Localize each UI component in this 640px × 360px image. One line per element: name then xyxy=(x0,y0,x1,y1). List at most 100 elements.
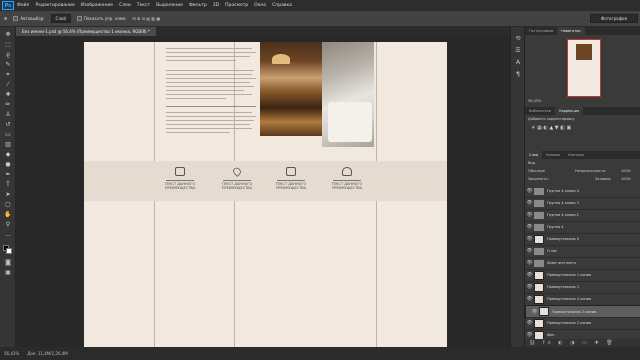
layer-name[interactable]: Группа 4 копия 3 xyxy=(547,201,579,205)
menu-view[interactable]: Просмотр xyxy=(225,3,248,8)
visibility-eye-icon[interactable]: 👁 xyxy=(525,224,534,230)
crop-tool-icon[interactable]: ⌗ xyxy=(3,71,13,79)
path-select-tool-icon[interactable]: ➤ xyxy=(3,191,13,199)
layer-name[interactable]: Прямоугольник 1 xyxy=(547,285,579,289)
folder-icon xyxy=(534,199,544,207)
visibility-eye-icon[interactable]: 👁 xyxy=(525,320,534,326)
brush-tool-icon[interactable]: ✏ xyxy=(3,101,13,109)
autoselect-label: Автовыбор: xyxy=(20,16,45,21)
dodge-tool-icon[interactable]: ● xyxy=(3,161,13,169)
tab-libraries[interactable]: Библиотеки xyxy=(525,107,555,115)
hand-tool-icon[interactable]: ✋ xyxy=(3,211,13,219)
visibility-eye-icon[interactable]: 👁 xyxy=(525,284,534,290)
tab-histogram[interactable]: Гистограмма xyxy=(525,27,557,35)
folder-icon xyxy=(534,211,544,219)
quick-select-tool-icon[interactable]: ✎ xyxy=(3,61,13,69)
menu-file[interactable]: Файл xyxy=(17,3,29,8)
layer-name[interactable]: Slider and menu xyxy=(547,261,576,265)
autoselect-dropdown[interactable]: Слой xyxy=(50,14,71,23)
blur-tool-icon[interactable]: ◆ xyxy=(3,151,13,159)
benefit-item: ТЕКСТ ДАННОГО ПРЕИМУЩЕСТВА xyxy=(322,167,372,190)
ornament-divider xyxy=(277,178,305,181)
restaurant-photo xyxy=(260,42,322,136)
layer-name[interactable]: Прямоугольник 4 копия xyxy=(547,297,591,301)
character-icon[interactable]: A xyxy=(513,59,523,67)
navigator-thumbnail[interactable] xyxy=(567,39,601,97)
screen-mode-icon[interactable]: ▣ xyxy=(3,269,13,277)
visibility-eye-icon[interactable]: 👁 xyxy=(525,212,534,218)
layer-name[interactable]: Группа 4 xyxy=(547,225,564,229)
lasso-tool-icon[interactable]: ϱ xyxy=(3,51,13,59)
menu-select[interactable]: Выделение xyxy=(156,3,183,8)
layer-thumbnail xyxy=(534,318,544,328)
navigator-zoom[interactable]: 56,43% xyxy=(528,99,541,103)
layer-name[interactable]: Прямоугольник 1 копия xyxy=(547,273,591,277)
layer-actions-icons[interactable]: ⛓ fx ◐ ◑ ▭ ✚ 🗑 xyxy=(525,339,620,347)
visibility-eye-icon[interactable]: 👁 xyxy=(525,248,534,254)
menu-window[interactable]: Окно xyxy=(254,3,266,8)
menu-help[interactable]: Справка xyxy=(272,3,292,8)
marquee-tool-icon[interactable]: ⬚ xyxy=(3,41,13,49)
menu-type[interactable]: Текст xyxy=(137,3,150,8)
fill-value[interactable]: 100% xyxy=(621,177,631,181)
tab-adjustments[interactable]: Коррекция xyxy=(555,107,584,115)
stamp-tool-icon[interactable]: ♙ xyxy=(3,111,13,119)
visibility-eye-icon[interactable]: 👁 xyxy=(525,260,534,266)
opacity-value[interactable]: 100% xyxy=(621,169,631,173)
tab-layers[interactable]: Слои xyxy=(525,151,543,159)
document-canvas[interactable]: ТЕКСТ ДАННОГО ПРЕИМУЩЕСТВА ТЕКСТ ДАННОГО… xyxy=(84,42,447,347)
more-tools-icon[interactable]: … xyxy=(3,231,13,239)
layer-name[interactable]: Прямоугольник 2 копия xyxy=(552,310,596,314)
layer-filter-kind[interactable]: Вид xyxy=(528,161,535,165)
visibility-eye-icon[interactable]: 👁 xyxy=(525,200,534,206)
layer-name[interactable]: Группа 4 копия 4 xyxy=(547,189,579,193)
background-color-swatch[interactable] xyxy=(6,248,12,254)
autoselect-checkbox[interactable]: Автовыбор: xyxy=(13,16,45,21)
lock-label: Закрепить: xyxy=(528,177,549,181)
history-icon[interactable]: ⟲ xyxy=(513,35,523,43)
layer-panel-tabs: Слои Каналы Контуры xyxy=(525,151,640,159)
move-tool-icon[interactable]: ✥ xyxy=(3,31,13,39)
layer-name[interactable]: Прямоугольник 5 xyxy=(547,237,579,241)
visibility-eye-icon[interactable]: 👁 xyxy=(525,296,534,302)
visibility-eye-icon[interactable]: 👁 xyxy=(525,332,534,338)
pen-tool-icon[interactable]: ✒ xyxy=(3,171,13,179)
paragraph-icon[interactable]: ¶ xyxy=(513,71,523,79)
workspace-button[interactable]: Фотография xyxy=(589,14,638,23)
eyedropper-tool-icon[interactable]: ⁄ xyxy=(3,81,13,89)
menu-layers[interactable]: Слои xyxy=(119,3,131,8)
menu-edit[interactable]: Редактирование xyxy=(35,3,74,8)
layer-name[interactable]: О нас xyxy=(547,249,557,253)
properties-icon[interactable]: ☰ xyxy=(513,47,523,55)
visibility-eye-icon[interactable]: 👁 xyxy=(525,272,534,278)
align-icons[interactable]: ⊟ ⊞ ⊡ ▤ ▥ ▦ xyxy=(132,16,160,21)
zoom-level[interactable]: 56,43% xyxy=(4,351,19,356)
tab-channels[interactable]: Каналы xyxy=(542,151,564,159)
document-tab[interactable]: Без имени-1.psd @ 56,4% (Преимущество 1 … xyxy=(16,27,156,36)
gradient-tool-icon[interactable]: ▥ xyxy=(3,141,13,149)
eraser-tool-icon[interactable]: ▭ xyxy=(3,131,13,139)
tools-panel: ✥ ⬚ ϱ ✎ ⌗ ⁄ ✚ ✏ ♙ ↺ ▭ ▥ ◆ ● ✒ T ➤ ▢ ✋ ⚲ … xyxy=(0,27,16,347)
tab-paths[interactable]: Контуры xyxy=(564,151,588,159)
show-transform-checkbox[interactable]: Показать упр. элем. xyxy=(76,16,126,21)
layer-name[interactable]: Группа 4 копия 2 xyxy=(547,213,579,217)
visibility-eye-icon[interactable]: 👁 xyxy=(530,309,539,315)
layer-name[interactable]: Фон xyxy=(547,333,554,337)
visibility-eye-icon[interactable]: 👁 xyxy=(525,236,534,242)
menu-filter[interactable]: Фильтр xyxy=(189,3,207,8)
menu-3d[interactable]: 3D xyxy=(213,3,219,8)
tab-navigator[interactable]: Навигатор xyxy=(557,27,585,35)
blend-mode-select[interactable]: Обычные xyxy=(528,169,545,173)
history-brush-tool-icon[interactable]: ↺ xyxy=(3,121,13,129)
healing-tool-icon[interactable]: ✚ xyxy=(3,91,13,99)
type-tool-icon[interactable]: T xyxy=(3,181,13,189)
menu-image[interactable]: Изображение xyxy=(81,3,113,8)
visibility-eye-icon[interactable]: 👁 xyxy=(525,188,534,194)
adjustment-icons[interactable]: ☀ ▦ ◐ ▲ ▼ ◧ ▣ xyxy=(531,125,571,131)
layer-name[interactable]: Прямоугольник 2 копия xyxy=(547,321,591,325)
quick-mask-icon[interactable]: ◙ xyxy=(3,259,13,267)
benefit-text-line2: ПРЕИМУЩЕСТВА xyxy=(221,186,253,190)
shape-tool-icon[interactable]: ▢ xyxy=(3,201,13,209)
zoom-tool-icon[interactable]: ⚲ xyxy=(3,221,13,229)
options-bar: ✥ Автовыбор: Слой Показать упр. элем. ⊟ … xyxy=(0,11,640,27)
